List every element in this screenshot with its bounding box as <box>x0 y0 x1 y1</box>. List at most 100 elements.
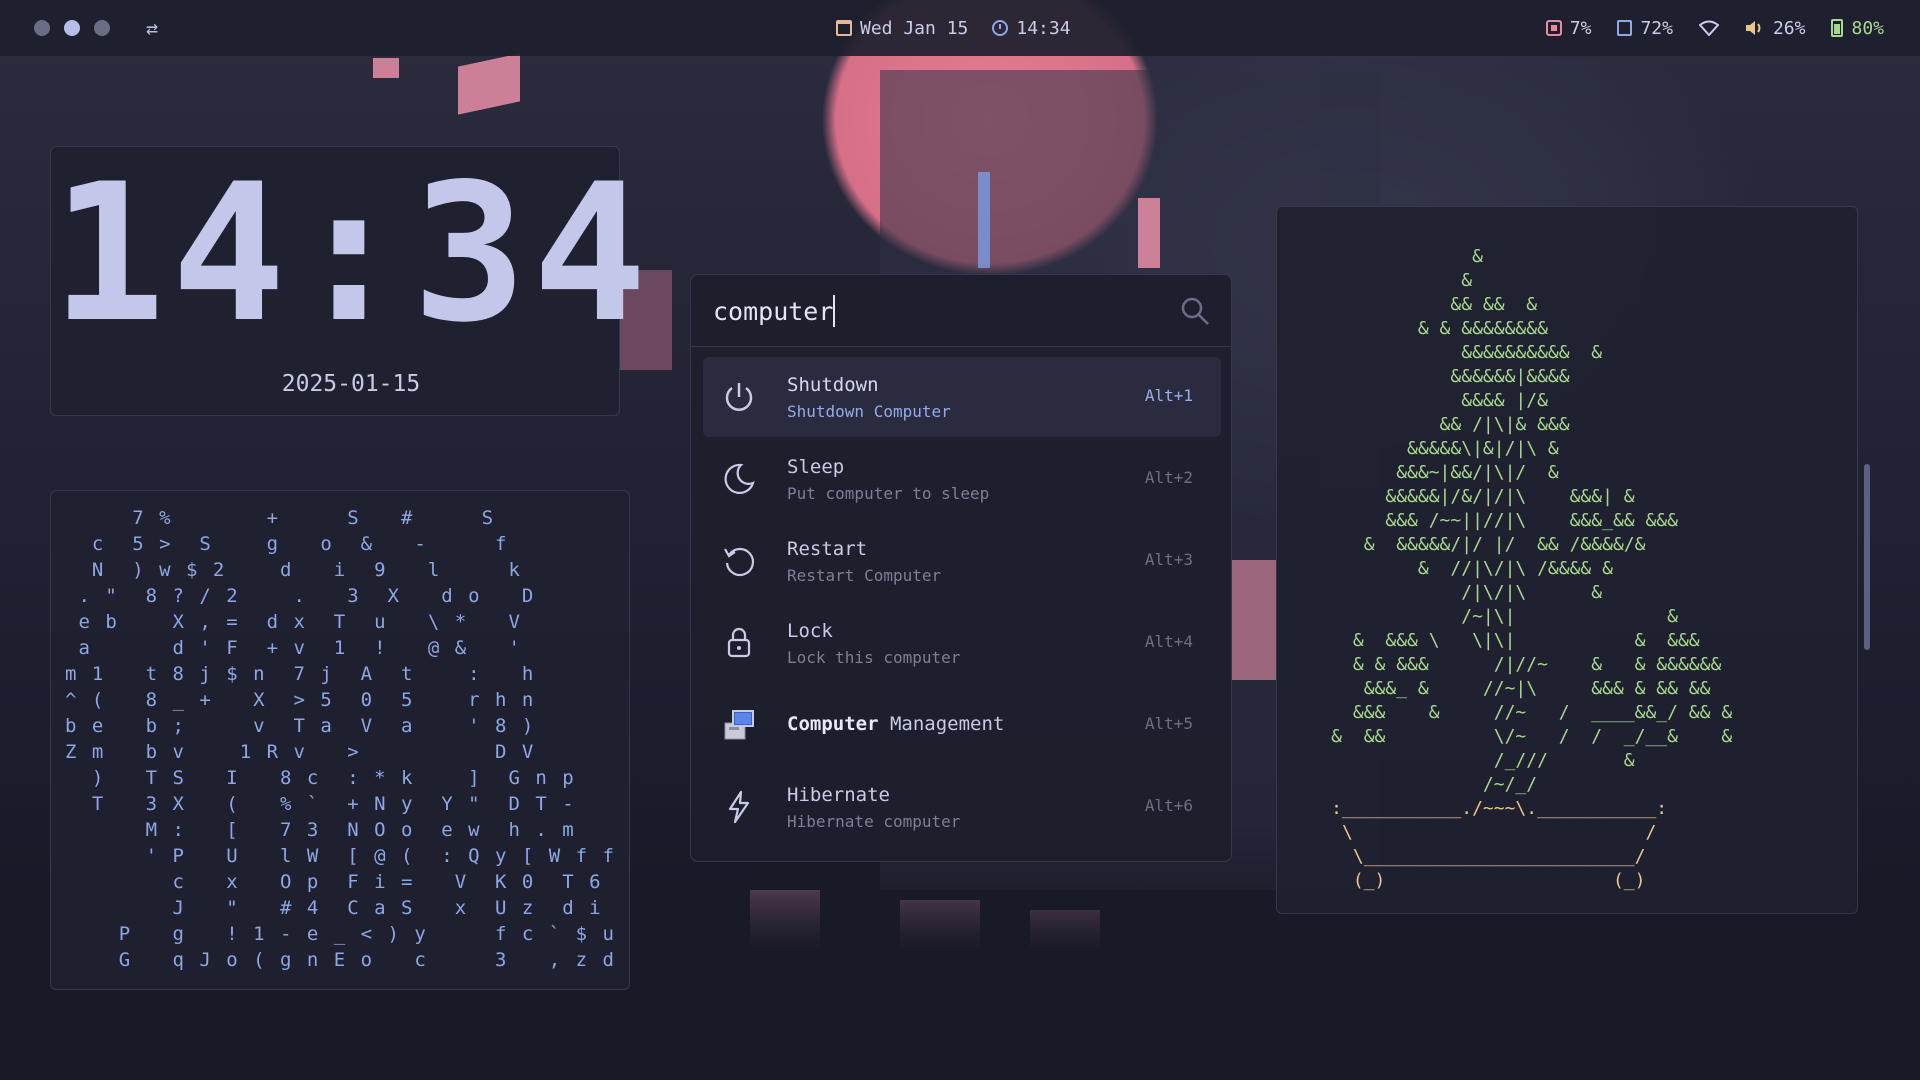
bonsai-tree-line: &&&&&\|&|/|\ & <box>1277 438 1559 459</box>
result-lock[interactable]: Lock Lock this computer Alt+4 <box>703 603 1221 683</box>
matrix-line: a d ' F + v 1 ! @ & ' <box>65 637 522 659</box>
bonsai-tree-line: /~/_/ <box>1277 774 1538 795</box>
result-shortcut: Alt+1 <box>1144 386 1193 405</box>
bonsai-tree-line: & //|\/|\ /&&&& & <box>1277 558 1613 579</box>
volume-label: 26% <box>1772 17 1806 39</box>
workspace-3-dot[interactable] <box>94 20 110 36</box>
matrix-line: Z m b v 1 R v > D V <box>65 741 536 763</box>
matrix-line: ^ ( 8 _ + X > 5 0 5 r h n <box>65 689 536 711</box>
workspace-1-dot[interactable] <box>34 20 50 36</box>
disk-label: 72% <box>1640 17 1673 39</box>
scrollbar-thumb[interactable] <box>1864 464 1870 650</box>
bonsai-tree-line: &&&_ & //~|\ &&& & && && <box>1277 678 1711 699</box>
matrix-line: . " 8 ? / 2 . 3 X d o D <box>65 585 536 607</box>
time-item[interactable]: 14:34 <box>992 17 1071 39</box>
wifi-status[interactable] <box>1698 20 1719 36</box>
matrix-rain-text: 7 % + S # S c 5 > S g o & - f N ) w $ 2 … <box>65 505 616 973</box>
search-icon[interactable] <box>1179 295 1211 327</box>
bonsai-tree-line: &&&&&|/&/|/|\ &&&| & <box>1277 486 1635 507</box>
battery-icon <box>1831 19 1844 37</box>
result-shutdown[interactable]: Shutdown Shutdown Computer Alt+1 <box>703 357 1221 437</box>
time-label: 14:34 <box>1016 17 1071 39</box>
matrix-line: M : [ 7 3 N O o e w h . m <box>65 819 576 841</box>
bonsai-tree-line: && /|\|& &&& <box>1277 414 1570 435</box>
date-item[interactable]: Wed Jan 15 <box>836 18 968 39</box>
result-hibernate[interactable]: Hibernate Hibernate computer Alt+6 <box>703 767 1221 847</box>
cpu-icon <box>1545 20 1562 36</box>
matrix-line: J " # 4 C a S x U z d i <box>65 897 603 919</box>
system-status: 7% 72% 26% 80% <box>1545 0 1884 56</box>
matrix-line: ) T S I 8 c : * k ] G n p <box>65 767 576 789</box>
calendar-icon <box>836 20 852 36</box>
background-window <box>1230 560 1276 680</box>
restart-icon <box>724 547 755 577</box>
cpu-label: 7% <box>1569 17 1592 39</box>
bonsai-pot-line: \ / <box>1277 822 1657 843</box>
result-subtitle: Lock this computer <box>787 648 961 667</box>
bonsai-tree-line: &&&& |/& <box>1277 390 1548 411</box>
result-title: Restart <box>787 538 868 560</box>
result-title: Sleep <box>787 456 845 478</box>
bonsai-tree-line: /~|\| & <box>1277 606 1678 627</box>
search-bar <box>691 275 1233 347</box>
swap-icon[interactable]: ⇄ <box>146 16 158 40</box>
background-reflection <box>900 900 980 1020</box>
bonsai-tree-line: /_/// & <box>1277 750 1635 771</box>
ascii-bonsai-widget: & & && && & & & &&&&&&&& &&&&&&&&&& & &&… <box>1276 206 1858 914</box>
wifi-icon <box>1698 20 1719 36</box>
cpu-status[interactable]: 7% <box>1545 17 1592 39</box>
result-shortcut: Alt+6 <box>1144 796 1193 815</box>
result-shortcut: Alt+4 <box>1144 632 1193 651</box>
bonsai-tree-line: &&&&&&|&&&& <box>1277 366 1570 387</box>
big-clock-time: 14:34 <box>51 143 653 364</box>
matrix-line: m 1 t 8 j $ n 7 j A t : h <box>65 663 536 685</box>
result-shortcut: Alt+5 <box>1144 714 1193 733</box>
bonsai-tree-line: &&& /~~||//|\ &&&_&& &&& <box>1277 510 1678 531</box>
disk-status[interactable]: 72% <box>1617 18 1673 39</box>
bonsai-tree-line: & &&& \ \|\| & &&& <box>1277 630 1700 651</box>
matrix-line: G q J o ( g n E o c 3 , z d <box>65 949 616 971</box>
computer-management-icon <box>724 710 754 740</box>
result-title-rest: Management <box>878 713 1005 735</box>
matrix-line: c 5 > S g o & - f <box>65 533 509 555</box>
result-title: Hibernate <box>787 784 890 806</box>
result-subtitle: Hibernate computer <box>787 812 961 831</box>
result-title: Computer Management <box>787 713 1004 735</box>
result-computer-management[interactable]: Computer Management Alt+5 <box>703 685 1221 765</box>
bonsai-tree-line: & <box>1277 246 1483 267</box>
app-launcher: Shutdown Shutdown Computer Alt+1 Sleep P… <box>690 274 1233 862</box>
matrix-line: P g ! 1 - e _ < ) y f c ` $ u <box>65 923 616 945</box>
volume-status[interactable]: 26% <box>1745 17 1806 39</box>
result-title-highlight: Computer <box>787 713 879 735</box>
matrix-line: e b X , = d x T u \ * V <box>65 611 522 633</box>
bonsai-pot-line: :___________./~~~\.___________: <box>1277 798 1668 819</box>
disk-icon <box>1617 20 1633 36</box>
volume-icon <box>1745 21 1761 35</box>
bolt-icon <box>728 790 750 824</box>
result-restart[interactable]: Restart Restart Computer Alt+3 <box>703 521 1221 601</box>
bonsai-tree-line: & & &&&&&&&& <box>1277 318 1548 339</box>
background-sign <box>458 53 520 115</box>
bonsai-tree-line: && && & <box>1277 294 1538 315</box>
result-subtitle: Put computer to sleep <box>787 484 990 503</box>
matrix-line: c x O p F i = V K 0 T 6 <box>65 871 603 893</box>
background-reflection <box>750 890 820 1020</box>
result-shortcut: Alt+2 <box>1144 468 1193 487</box>
workspace-switcher: ⇄ <box>34 0 158 56</box>
bonsai-tree-line: & && \/~ / / _/__& & <box>1277 726 1733 747</box>
battery-status[interactable]: 80% <box>1831 18 1884 39</box>
result-subtitle: Shutdown Computer <box>787 402 951 421</box>
bonsai-tree-line: & <box>1277 270 1473 291</box>
search-input[interactable] <box>713 291 1143 331</box>
result-subtitle: Restart Computer <box>787 566 942 585</box>
bonsai-tree-line: /|\/|\ & <box>1277 582 1603 603</box>
lock-icon <box>727 627 751 658</box>
result-title: Shutdown <box>787 374 879 396</box>
battery-label: 80% <box>1851 17 1884 39</box>
workspace-2-dot[interactable] <box>64 20 80 36</box>
clock-icon <box>992 20 1009 36</box>
matrix-line: 7 % + S # S <box>65 507 496 529</box>
bonsai-tree-line: &&& & //~ / ____&&_/ && & <box>1277 702 1733 723</box>
result-sleep[interactable]: Sleep Put computer to sleep Alt+2 <box>703 439 1221 519</box>
background-light <box>978 172 990 268</box>
